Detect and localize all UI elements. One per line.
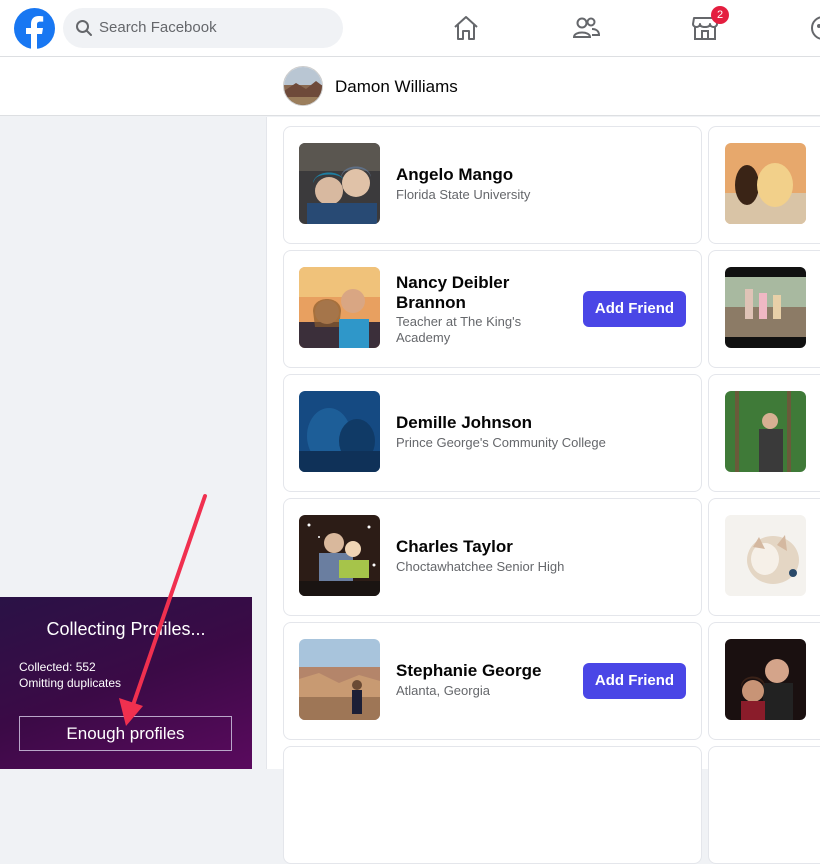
profile-photo[interactable]	[725, 639, 806, 720]
notification-badge: 2	[711, 6, 729, 24]
add-friend-button[interactable]: Add Friend	[583, 663, 686, 699]
person-subtitle: Atlanta, Georgia	[396, 683, 490, 698]
profile-photo[interactable]	[299, 391, 380, 472]
list-item[interactable]	[708, 126, 820, 244]
person-name[interactable]: Angelo Mango	[396, 165, 513, 185]
person-subtitle: Prince George's Community College	[396, 435, 606, 450]
list-item[interactable]: Charles Taylor Choctawhatchee Senior Hig…	[283, 498, 702, 616]
person-name[interactable]: Demille Johnson	[396, 413, 532, 433]
collector-panel: Collecting Profiles... Collected: 552 Om…	[0, 597, 252, 769]
profile-photo[interactable]	[299, 267, 380, 348]
profile-photo[interactable]	[725, 391, 806, 472]
search-icon	[76, 20, 92, 36]
person-subtitle: Choctawhatchee Senior High	[396, 559, 565, 574]
profile-photo[interactable]	[299, 515, 380, 596]
profile-photo[interactable]	[725, 515, 806, 596]
list-item[interactable]: Demille Johnson Prince George's Communit…	[283, 374, 702, 492]
groups-icon[interactable]	[808, 13, 820, 43]
profile-photo[interactable]	[725, 143, 806, 224]
profile-photo[interactable]	[725, 267, 806, 348]
list-item[interactable]: Angelo Mango Florida State University	[283, 126, 702, 244]
list-item[interactable]: Stephanie George Atlanta, Georgia Add Fr…	[283, 622, 702, 740]
profile-photo[interactable]	[299, 143, 380, 224]
list-item[interactable]	[283, 746, 702, 864]
enough-profiles-button[interactable]: Enough profiles	[19, 716, 232, 751]
facebook-logo-icon[interactable]	[14, 8, 55, 49]
person-name[interactable]: Stephanie George	[396, 661, 541, 681]
list-item[interactable]: Nancy Deibler Brannon Teacher at The Kin…	[283, 250, 702, 368]
collected-count: Collected: 552	[19, 660, 96, 674]
person-name[interactable]: Nancy Deibler Brannon	[396, 273, 576, 313]
top-navigation-bar: Search Facebook 2	[0, 0, 820, 57]
search-input[interactable]: Search Facebook	[63, 8, 343, 48]
collector-status: Omitting duplicates	[19, 676, 122, 690]
profile-photo[interactable]	[299, 639, 380, 720]
add-friend-button[interactable]: Add Friend	[583, 291, 686, 327]
person-subtitle: Florida State University	[396, 187, 531, 202]
list-item[interactable]	[708, 498, 820, 616]
profile-name[interactable]: Damon Williams	[335, 77, 458, 97]
list-item[interactable]	[708, 374, 820, 492]
profile-header: Damon Williams	[0, 57, 820, 116]
list-item[interactable]	[708, 250, 820, 368]
person-name[interactable]: Charles Taylor	[396, 537, 513, 557]
collector-title: Collecting Profiles...	[46, 619, 206, 639]
list-item[interactable]	[708, 746, 820, 864]
list-item[interactable]	[708, 622, 820, 740]
search-placeholder: Search Facebook	[99, 19, 217, 36]
person-subtitle: Teacher at The King's Academy	[396, 314, 522, 345]
friends-icon[interactable]	[571, 13, 601, 43]
home-icon[interactable]	[451, 13, 481, 43]
avatar[interactable]	[283, 66, 323, 106]
